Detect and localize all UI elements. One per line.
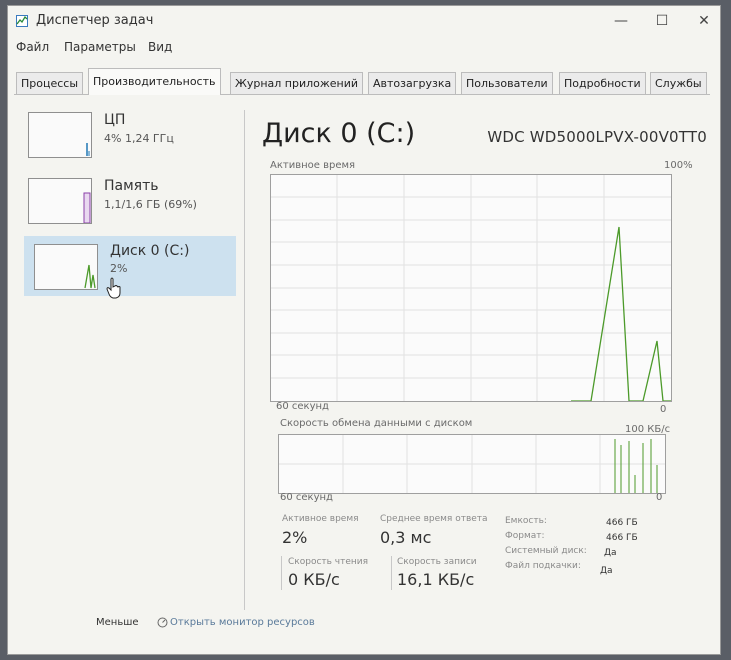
- time-axis-label: 60 секунд: [276, 401, 329, 412]
- transfer-rate-label: Скорость обмена данными с диском: [280, 418, 473, 429]
- page-title: Диск 0 (C:): [262, 118, 416, 149]
- memory-thumbnail: [28, 178, 92, 224]
- disk-thumbnail: [34, 244, 98, 290]
- tab-app-history[interactable]: Журнал приложений: [230, 72, 364, 94]
- sidebar-item-label: Память: [104, 178, 159, 194]
- capacity-label: Емкость:: [505, 516, 547, 526]
- active-time-line: [571, 226, 671, 402]
- active-time-stat-label: Активное время: [282, 514, 359, 524]
- menu-bar: Файл Параметры Вид: [8, 38, 720, 58]
- resource-monitor-icon: [157, 617, 168, 628]
- maximize-icon[interactable]: ☐: [652, 12, 672, 30]
- read-speed-value: 0 КБ/с: [288, 570, 340, 589]
- sidebar-item-memory[interactable]: Память 1,1/1,6 ГБ (69%): [24, 172, 236, 232]
- window-title: Диспетчер задач: [36, 13, 154, 28]
- write-speed-label: Скорость записи: [397, 557, 477, 567]
- tab-services[interactable]: Службы: [650, 72, 707, 94]
- gridlines: [271, 175, 671, 401]
- active-time-stat-value: 2%: [282, 528, 308, 547]
- system-disk-label: Системный диск:: [505, 546, 587, 556]
- read-speed-label: Скорость чтения: [288, 557, 369, 567]
- system-disk-value: Да: [604, 548, 617, 558]
- active-time-label: Активное время: [270, 160, 356, 171]
- close-icon[interactable]: ✕: [694, 12, 714, 30]
- pagefile-label: Файл подкачки:: [505, 561, 581, 571]
- tab-processes[interactable]: Процессы: [16, 72, 84, 94]
- format-label: Формат:: [505, 531, 545, 541]
- sidebar-item-value: 2%: [110, 262, 128, 275]
- zero-label-2: 0: [656, 492, 663, 503]
- tab-startup[interactable]: Автозагрузка: [368, 72, 457, 94]
- sidebar-item-label: ЦП: [104, 112, 126, 128]
- cpu-thumbnail: [28, 112, 92, 158]
- sidebar-item-value: 4% 1,24 ГГц: [104, 132, 174, 145]
- tab-users[interactable]: Пользователи: [461, 72, 553, 94]
- tab-details[interactable]: Подробности: [559, 72, 646, 94]
- read-divider: [281, 556, 282, 590]
- sidebar-item-label: Диск 0 (C:): [110, 243, 190, 259]
- avg-response-label: Среднее время ответа: [380, 514, 488, 524]
- disk-model: WDC WD5000LPVX-00V0TT0: [487, 128, 707, 146]
- menu-view[interactable]: Вид: [148, 40, 172, 54]
- time-axis-label-2: 60 секунд: [280, 492, 333, 503]
- sidebar-item-cpu[interactable]: ЦП 4% 1,24 ГГц: [24, 106, 236, 166]
- transfer-rate-graph: [278, 434, 666, 494]
- task-manager-icon: [16, 15, 28, 27]
- active-time-max-label: 100%: [664, 160, 693, 171]
- fewer-details-button[interactable]: Меньше: [96, 617, 139, 628]
- hand-cursor-icon: [106, 277, 121, 299]
- open-resource-monitor-link[interactable]: Открыть монитор ресурсов: [170, 617, 315, 628]
- sidebar-item-disk[interactable]: Диск 0 (C:) 2%: [24, 236, 236, 296]
- menu-options[interactable]: Параметры: [64, 40, 136, 54]
- write-divider: [391, 556, 392, 590]
- sidebar-item-value: 1,1/1,6 ГБ (69%): [104, 198, 197, 211]
- pagefile-value: Да: [600, 566, 613, 576]
- panel-divider: [244, 110, 245, 610]
- avg-response-value: 0,3 мс: [380, 528, 432, 547]
- title-bar: Диспетчер задач — ☐ ✕: [8, 6, 720, 36]
- zero-label: 0: [660, 404, 667, 415]
- tab-performance[interactable]: Производительность: [88, 68, 221, 95]
- tab-strip: Процессы Производительность Журнал прило…: [14, 68, 710, 95]
- format-value: 466 ГБ: [606, 533, 638, 543]
- capacity-value: 466 ГБ: [606, 518, 638, 528]
- menu-file[interactable]: Файл: [16, 40, 49, 54]
- write-speed-value: 16,1 КБ/с: [397, 570, 475, 589]
- minimize-icon[interactable]: —: [611, 12, 631, 30]
- transfer-write-lines: [614, 439, 658, 493]
- active-time-graph: [270, 174, 672, 402]
